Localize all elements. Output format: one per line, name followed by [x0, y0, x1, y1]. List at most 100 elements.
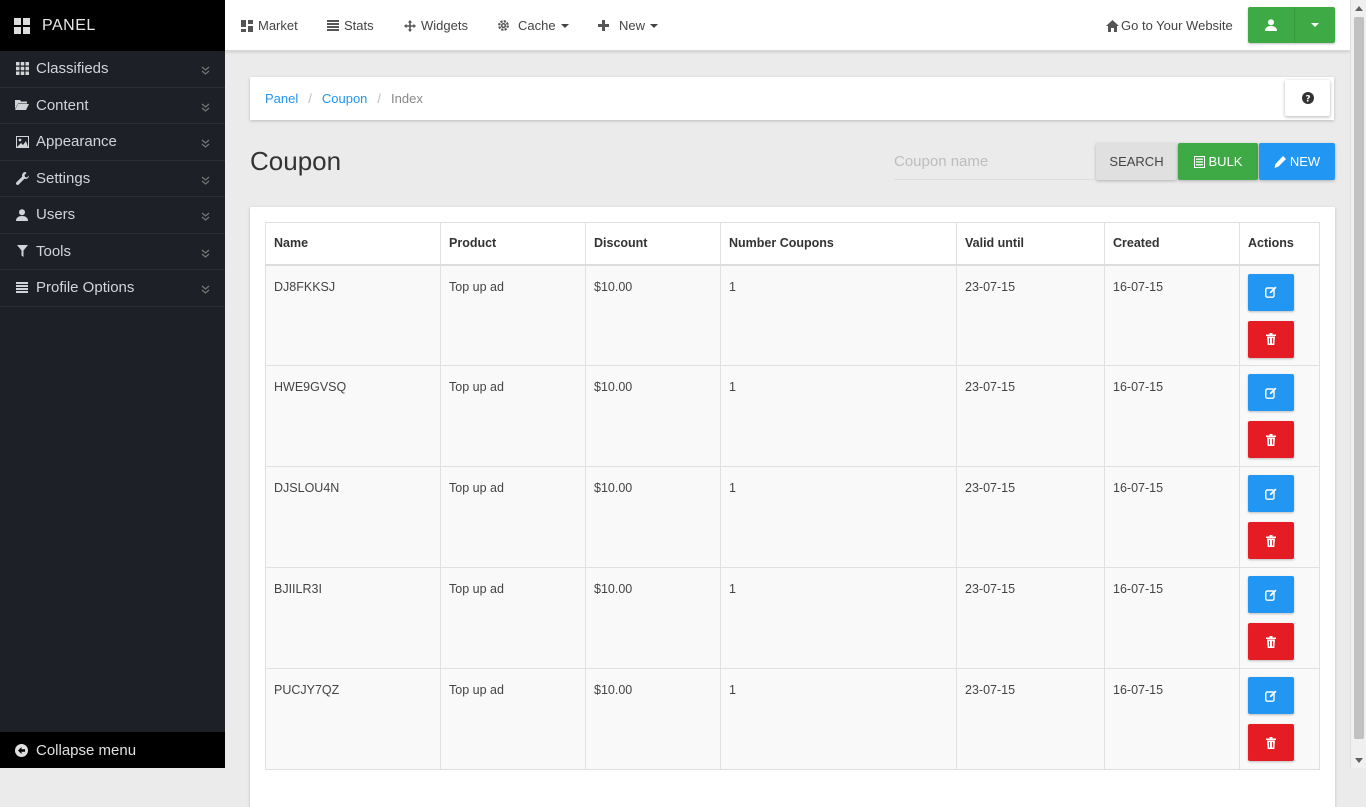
cell-product: Top up ad: [440, 466, 586, 568]
cell-number-coupons: 1: [720, 365, 957, 467]
coupon-table-card: Name Product Discount Number Coupons Val…: [250, 207, 1335, 807]
question-circle-icon: ?: [1301, 92, 1314, 104]
cell-discount: $10.00: [585, 466, 721, 568]
folder-open-icon: [15, 98, 29, 112]
breadcrumb-coupon-link[interactable]: Coupon: [322, 91, 368, 106]
cell-created: 16-07-15: [1104, 466, 1240, 568]
sidebar-item-label: Profile Options: [36, 279, 135, 297]
sidebar-item-classifieds[interactable]: Classifieds: [0, 51, 225, 88]
nav-new-dropdown[interactable]: New: [598, 0, 659, 51]
nav-stats-label: Stats: [344, 18, 374, 33]
column-header-name: Name: [265, 222, 441, 266]
sidebar-item-content[interactable]: Content: [0, 88, 225, 124]
nav-widgets[interactable]: Widgets: [404, 0, 468, 51]
cell-name: DJSLOU4N: [265, 466, 441, 568]
column-header-valid-until: Valid until: [956, 222, 1105, 266]
edit-icon: [1265, 690, 1277, 702]
edit-button[interactable]: [1248, 677, 1294, 714]
go-to-website-label: Go to Your Website: [1121, 18, 1233, 33]
sidebar-item-tools[interactable]: Tools: [0, 234, 225, 270]
chevron-down-icon: [201, 139, 210, 148]
cell-actions: [1239, 668, 1320, 770]
list-icon: [15, 281, 29, 295]
delete-button[interactable]: [1248, 623, 1294, 660]
nav-stats[interactable]: Stats: [327, 0, 374, 51]
move-icon: [404, 19, 416, 32]
delete-button[interactable]: [1248, 421, 1294, 458]
sidebar-item-profile-options[interactable]: Profile Options: [0, 270, 225, 307]
cell-product: Top up ad: [440, 567, 586, 669]
cell-valid-until: 23-07-15: [956, 466, 1105, 568]
cell-created: 16-07-15: [1104, 264, 1240, 366]
nav-market[interactable]: Market: [241, 0, 298, 51]
search-button[interactable]: SEARCH: [1096, 143, 1177, 180]
scroll-thumb[interactable]: [1354, 17, 1364, 739]
cell-actions: [1239, 466, 1320, 568]
cell-discount: $10.00: [585, 365, 721, 467]
cell-number-coupons: 1: [720, 466, 957, 568]
top-navbar: Market Stats Widgets Cache New Go to You…: [225, 0, 1350, 51]
edit-button[interactable]: [1248, 576, 1294, 613]
page-title: Coupon: [250, 146, 342, 176]
breadcrumb-panel-link[interactable]: Panel: [265, 91, 298, 106]
collapse-menu-button[interactable]: Collapse menu: [0, 732, 225, 768]
collapse-menu-label: Collapse menu: [36, 741, 137, 759]
sidebar-item-settings[interactable]: Settings: [0, 161, 225, 197]
user-button[interactable]: [1248, 7, 1295, 43]
list-icon: [327, 20, 339, 31]
cell-name: DJ8FKKSJ: [265, 264, 441, 366]
edit-button[interactable]: [1248, 374, 1294, 411]
nav-new-label: New: [619, 18, 646, 33]
edit-button[interactable]: [1248, 475, 1294, 512]
coupon-table: Name Product Discount Number Coupons Val…: [265, 222, 1320, 770]
sidebar: PANEL Classifieds Content Appearance Set…: [0, 0, 225, 768]
breadcrumb: Panel / Coupon / Index ?: [250, 77, 1334, 120]
cell-valid-until: 23-07-15: [956, 365, 1105, 467]
help-button[interactable]: ?: [1285, 80, 1330, 116]
scroll-up-arrow[interactable]: [1351, 0, 1366, 16]
bulk-button[interactable]: BULK: [1178, 143, 1258, 180]
delete-button[interactable]: [1248, 724, 1294, 761]
cell-discount: $10.00: [585, 668, 721, 770]
cell-created: 16-07-15: [1104, 668, 1240, 770]
trash-icon: [1266, 534, 1276, 547]
nav-cache-dropdown[interactable]: Cache: [497, 0, 569, 51]
sidebar-item-label: Users: [36, 206, 76, 224]
new-coupon-button[interactable]: NEW: [1259, 143, 1335, 180]
table-row: DJ8FKKSJ Top up ad $10.00 1 23-07-15 16-07-15: [265, 264, 1320, 366]
cell-discount: $10.00: [585, 264, 721, 366]
scroll-down-arrow[interactable]: [1351, 752, 1366, 768]
coupon-search-input[interactable]: [894, 144, 1094, 180]
new-button-label: NEW: [1289, 154, 1321, 169]
brand[interactable]: PANEL: [0, 0, 225, 51]
column-header-created: Created: [1104, 222, 1240, 266]
edit-button[interactable]: [1248, 273, 1294, 311]
chevron-down-icon: [201, 212, 210, 221]
sidebar-item-appearance[interactable]: Appearance: [0, 124, 225, 161]
breadcrumb-separator: /: [377, 91, 382, 106]
list-alt-icon: [1193, 155, 1205, 168]
table-row: PUCJY7QZ Top up ad $10.00 1 23-07-15 16-07-15: [265, 668, 1320, 770]
arrow-circle-left-icon: [15, 743, 28, 757]
grid-icon: [15, 62, 29, 76]
table-row: DJSLOU4N Top up ad $10.00 1 23-07-15 16-07-15: [265, 466, 1320, 568]
page-scrollbar[interactable]: [1350, 0, 1366, 768]
sidebar-item-users[interactable]: Users: [0, 197, 225, 234]
cell-name: BJIILR3I: [265, 567, 441, 669]
chevron-down-icon: [201, 285, 210, 294]
go-to-website-link[interactable]: Go to Your Website: [1106, 0, 1233, 51]
nav-market-label: Market: [258, 18, 298, 33]
user-dropdown-toggle[interactable]: [1295, 7, 1335, 43]
cell-number-coupons: 1: [720, 264, 957, 366]
nav-cache-label: Cache: [518, 18, 556, 33]
sidebar-item-label: Classifieds: [36, 60, 109, 78]
nav-widgets-label: Widgets: [421, 18, 468, 33]
column-header-product: Product: [440, 222, 586, 266]
dashboard-icon: [241, 19, 253, 32]
delete-button[interactable]: [1248, 320, 1294, 358]
cell-name: PUCJY7QZ: [265, 668, 441, 770]
column-header-number-coupons: Number Coupons: [720, 222, 957, 266]
cell-number-coupons: 1: [720, 567, 957, 669]
cell-number-coupons: 1: [720, 668, 957, 770]
delete-button[interactable]: [1248, 522, 1294, 559]
